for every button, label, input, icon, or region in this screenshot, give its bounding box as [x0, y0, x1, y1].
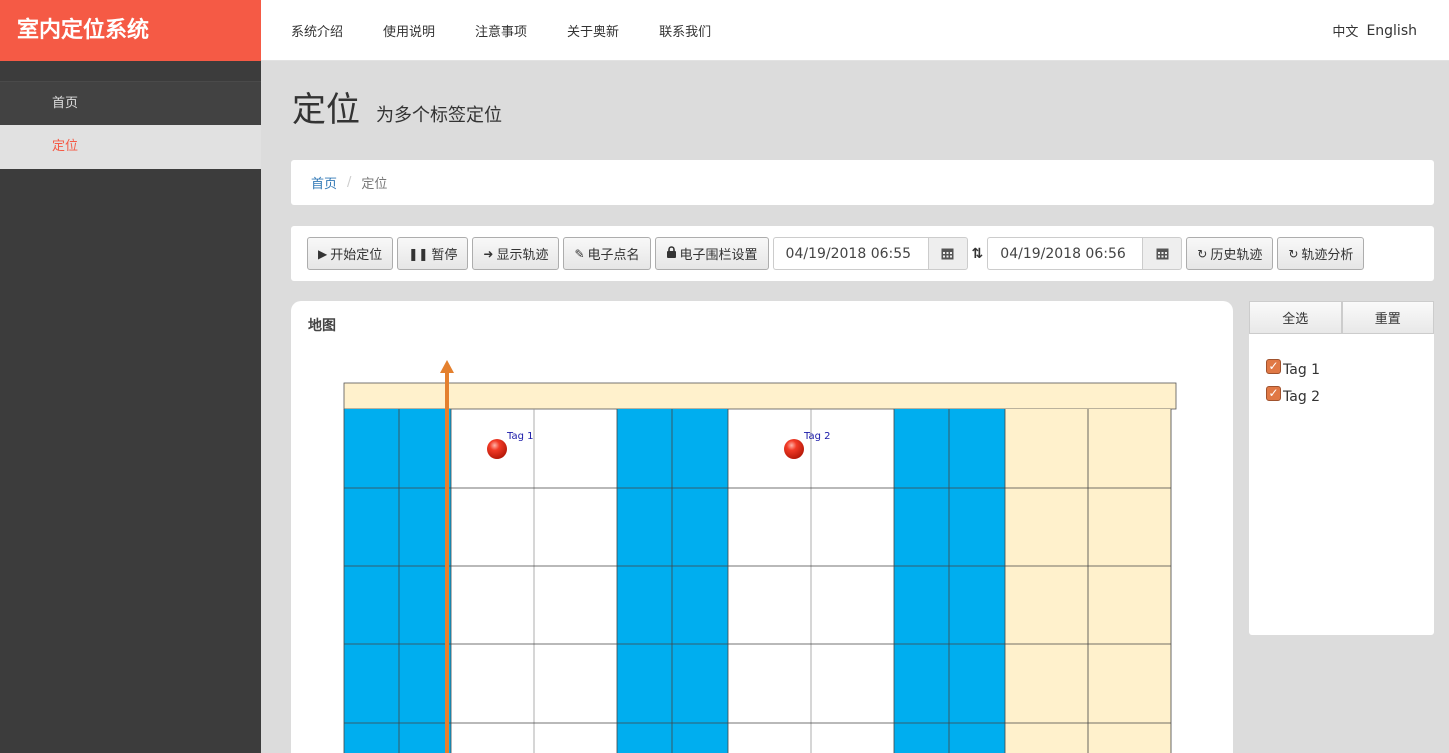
tag-1-marker[interactable] [487, 439, 507, 459]
brand-title: 室内定位系统 [0, 0, 261, 61]
sidebar-item-home[interactable]: 首页 [0, 81, 261, 125]
track-analysis-button[interactable]: ↻ 轨迹分析 [1277, 237, 1365, 270]
tag-panel-buttons: 全选 重置 [1249, 301, 1434, 334]
calendar-icon[interactable] [927, 237, 968, 270]
date-to-input[interactable]: 04/19/2018 06:56 [987, 237, 1143, 270]
map-blue-zone-1 [344, 409, 451, 753]
nav-about[interactable]: 关于奥新 [567, 21, 619, 40]
map-blue-zone-3 [894, 409, 1005, 753]
toolbar: ▶ 开始定位 ❚❚ 暂停 ➜ 显示轨迹 ✎ 电子点名 电子围栏设置 04/19/… [291, 226, 1434, 281]
reset-button[interactable]: 重置 [1341, 301, 1434, 334]
page-subtitle: 为多个标签定位 [376, 105, 502, 126]
lang-zh[interactable]: 中文 [1332, 21, 1358, 40]
refresh-icon: ↻ [1197, 246, 1208, 261]
pause-icon: ❚❚ [408, 246, 429, 261]
date-from-input[interactable]: 04/19/2018 06:55 [772, 237, 928, 270]
breadcrumb-current: 定位 [361, 177, 388, 192]
language-switch: 中文 English [1324, 0, 1417, 61]
nav-usage-guide[interactable]: 使用说明 [383, 21, 435, 40]
play-icon: ▶ [318, 246, 328, 261]
tag-panel: 全选 重置 ✓ Tag 1 ✓ Tag 2 [1249, 301, 1434, 635]
show-track-button[interactable]: ➜ 显示轨迹 [472, 237, 560, 270]
arrow-up-icon [440, 360, 454, 373]
rollcall-button[interactable]: ✎ 电子点名 [563, 237, 651, 270]
top-nav: 系统介绍 使用说明 注意事项 关于奥新 联系我们 [291, 0, 751, 61]
date-to-picker: 04/19/2018 06:56 [987, 237, 1183, 270]
map-panel: Tag 1 Tag 2 地图 [291, 301, 1233, 753]
pause-label: 暂停 [431, 248, 458, 263]
refresh-icon: ↻ [1288, 246, 1299, 261]
arrow-circle-icon: ➜ [483, 246, 494, 261]
lock-icon [666, 246, 677, 261]
sort-icon: ⇅ [971, 245, 984, 262]
history-track-label: 历史轨迹 [1210, 248, 1263, 263]
tag-1-name: Tag 1 [1283, 361, 1321, 378]
rollcall-label: 电子点名 [587, 248, 640, 263]
start-locate-button[interactable]: ▶ 开始定位 [307, 237, 394, 270]
tag-list-item: ✓ Tag 1 [1266, 356, 1434, 383]
lang-en[interactable]: English [1366, 23, 1417, 39]
track-analysis-label: 轨迹分析 [1301, 248, 1354, 263]
sidebar: 首页 定位 [0, 61, 261, 753]
select-all-button[interactable]: 全选 [1249, 301, 1342, 334]
tag-2-checkbox[interactable]: ✓ [1266, 386, 1281, 401]
show-track-label: 显示轨迹 [496, 248, 549, 263]
tag-2-marker[interactable] [784, 439, 804, 459]
nav-system-intro[interactable]: 系统介绍 [291, 21, 343, 40]
tag-1-label: Tag 1 [506, 431, 533, 442]
map-title: 地图 [308, 318, 336, 334]
nav-notes[interactable]: 注意事项 [475, 21, 527, 40]
map-top-corridor [343, 382, 1177, 410]
sidebar-item-locate[interactable]: 定位 [0, 125, 261, 169]
pencil-icon: ✎ [574, 246, 585, 261]
tag-2-name: Tag 2 [1283, 388, 1321, 405]
pause-button[interactable]: ❚❚ 暂停 [397, 237, 469, 270]
date-from-picker: 04/19/2018 06:55 [772, 237, 968, 270]
breadcrumb-home[interactable]: 首页 [311, 173, 337, 192]
map-blue-zone-2 [617, 409, 728, 753]
start-locate-label: 开始定位 [330, 248, 383, 263]
breadcrumb: 首页 / 定位 [291, 160, 1434, 205]
tag-2-label: Tag 2 [803, 431, 830, 442]
fence-settings-label: 电子围栏设置 [679, 248, 758, 263]
top-navbar: 系统介绍 使用说明 注意事项 关于奥新 联系我们 中文 English [261, 0, 1449, 61]
page-header: 定位 为多个标签定位 [292, 82, 502, 131]
tag-1-checkbox[interactable]: ✓ [1266, 359, 1281, 374]
tag-list: ✓ Tag 1 ✓ Tag 2 [1249, 334, 1434, 410]
calendar-icon[interactable] [1142, 237, 1183, 270]
history-track-button[interactable]: ↻ 历史轨迹 [1186, 237, 1274, 270]
page-title: 定位 [292, 90, 360, 130]
floor-map[interactable]: Tag 1 Tag 2 [291, 301, 1233, 753]
nav-contact[interactable]: 联系我们 [659, 21, 711, 40]
breadcrumb-separator: / [347, 175, 352, 190]
tag-list-item: ✓ Tag 2 [1266, 383, 1434, 410]
fence-settings-button[interactable]: 电子围栏设置 [654, 237, 769, 270]
